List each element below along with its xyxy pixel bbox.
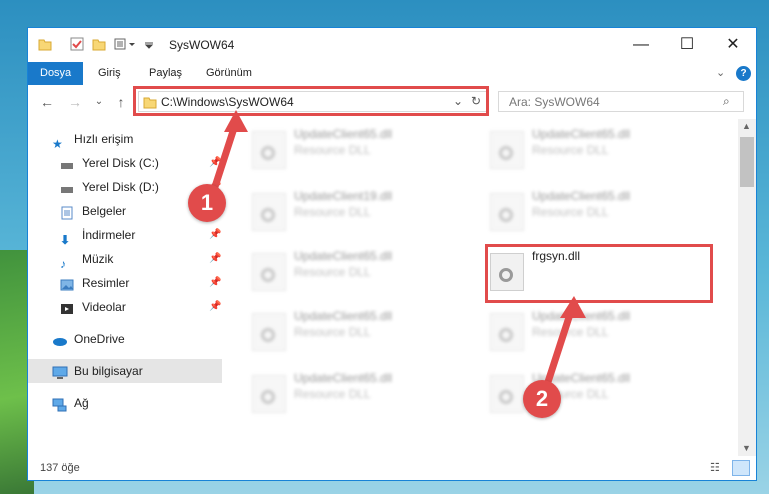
step-badge-2: 2 [523,380,561,418]
step-badge-1: 1 [188,184,226,222]
annotation-arrows [208,110,586,384]
arrow-1-shaft [208,120,240,198]
arrow-2-head [560,296,586,318]
arrow-2-shaft [544,306,576,384]
arrow-1-head [224,110,248,132]
